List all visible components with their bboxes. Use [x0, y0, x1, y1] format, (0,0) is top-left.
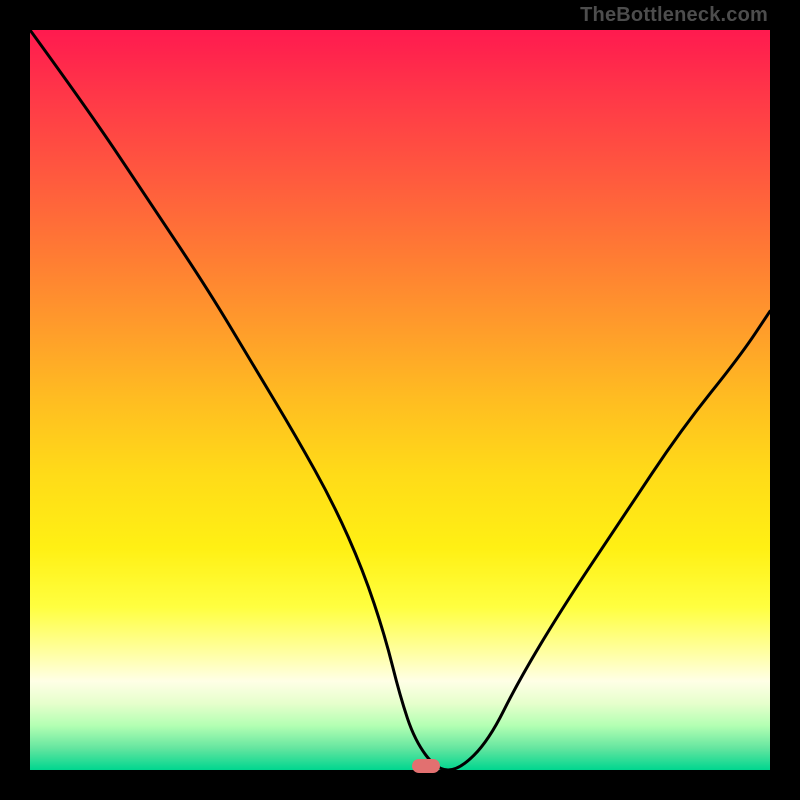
- chart-plot-area: [30, 30, 770, 770]
- bottleneck-curve: [30, 30, 770, 770]
- optimal-point-marker: [412, 759, 440, 773]
- chart-svg: [30, 30, 770, 770]
- watermark-text: TheBottleneck.com: [580, 4, 768, 27]
- chart-frame: TheBottleneck.com: [0, 0, 800, 800]
